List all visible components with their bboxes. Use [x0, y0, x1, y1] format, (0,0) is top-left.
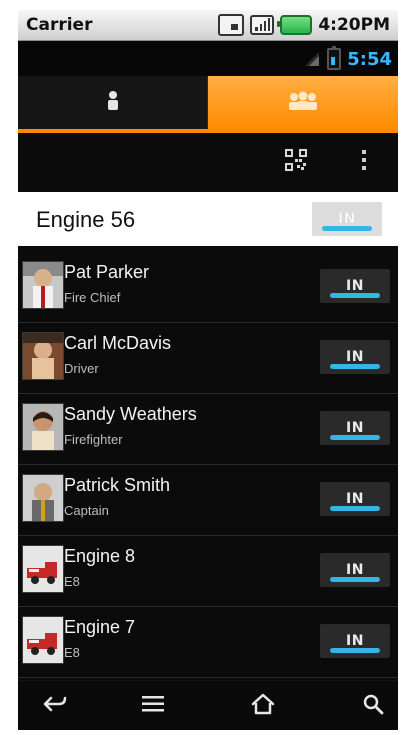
engine-status-label: IN [338, 211, 356, 227]
member-status-label: IN [346, 562, 364, 578]
member-status-in-button[interactable]: IN [320, 482, 390, 516]
status-indicator-bar [330, 293, 380, 298]
list-item[interactable]: Pat Parker Fire Chief IN [18, 252, 398, 323]
tab-bar [18, 76, 398, 130]
android-status-bar: 5:54 [18, 41, 398, 75]
carrier-status-bar: Carrier 4:20PM [18, 10, 398, 41]
tab-person[interactable] [18, 76, 208, 130]
member-status-label: IN [346, 491, 364, 507]
status-indicator-bar [322, 226, 372, 231]
engine-status-in-button[interactable]: IN [312, 202, 382, 236]
member-status-label: IN [346, 420, 364, 436]
android-time: 5:54 [347, 48, 392, 70]
person-icon [104, 90, 122, 116]
member-name: Engine 8 [64, 546, 136, 566]
back-button[interactable] [38, 691, 72, 721]
toolbar [18, 140, 398, 184]
avatar [22, 261, 64, 309]
home-icon [248, 692, 278, 720]
tab-group[interactable] [208, 76, 398, 130]
member-role: Captain [64, 503, 109, 518]
member-status-in-button[interactable]: IN [320, 411, 390, 445]
carrier-status-icons: 4:20PM [218, 14, 390, 36]
signal-strength-icon [250, 15, 275, 35]
menu-button[interactable] [136, 691, 170, 721]
qr-code-button[interactable] [280, 146, 312, 178]
status-indicator-bar [330, 435, 380, 440]
member-role: Fire Chief [64, 290, 121, 305]
member-role: Firefighter [64, 432, 123, 447]
member-name: Pat Parker [64, 262, 150, 282]
status-indicator-bar [330, 506, 380, 511]
member-name: Patrick Smith [64, 475, 171, 495]
3g-icon [218, 14, 245, 36]
list-item[interactable]: Engine 8 E8 IN [18, 536, 398, 607]
member-status-label: IN [346, 349, 364, 365]
home-button[interactable] [246, 691, 280, 721]
qr-code-icon [283, 147, 309, 177]
overflow-menu-button[interactable] [348, 146, 380, 178]
member-list: Pat Parker Fire Chief IN Carl McDavis Dr… [18, 252, 398, 678]
battery-icon [277, 15, 313, 35]
list-item[interactable]: Engine 7 E8 IN [18, 607, 398, 678]
mobile-data-icon [303, 50, 321, 68]
member-status-label: IN [346, 633, 364, 649]
tab-indicator [18, 129, 398, 133]
avatar [22, 332, 64, 380]
member-role: E8 [64, 574, 80, 589]
engine-header-card: Engine 56 IN [18, 192, 398, 246]
carrier-label: Carrier [26, 15, 93, 35]
overflow-menu-icon [359, 147, 369, 177]
phone-screen: Carrier 4:20PM 5:54 Engine 56 IN Pat Par… [18, 10, 398, 730]
member-name: Carl McDavis [64, 333, 172, 353]
member-status-in-button[interactable]: IN [320, 269, 390, 303]
member-status-in-button[interactable]: IN [320, 340, 390, 374]
member-status-in-button[interactable]: IN [320, 624, 390, 658]
status-indicator-bar [330, 364, 380, 369]
avatar [22, 474, 64, 522]
member-name: Sandy Weathers [64, 404, 197, 424]
device-battery-icon [327, 46, 342, 70]
avatar [22, 403, 64, 451]
avatar [22, 545, 64, 593]
search-button[interactable] [356, 691, 390, 721]
member-role: E8 [64, 645, 80, 660]
menu-icon [138, 692, 168, 720]
group-icon [284, 90, 322, 116]
avatar [22, 616, 64, 664]
member-status-in-button[interactable]: IN [320, 553, 390, 587]
engine-title: Engine 56 [36, 207, 136, 232]
list-item[interactable]: Carl McDavis Driver IN [18, 323, 398, 394]
bottom-navigation [18, 680, 398, 730]
search-icon [358, 692, 388, 720]
list-item[interactable]: Patrick Smith Captain IN [18, 465, 398, 536]
member-name: Engine 7 [64, 617, 136, 637]
back-icon [41, 692, 69, 720]
member-status-label: IN [346, 278, 364, 294]
carrier-time: 4:20PM [318, 15, 390, 35]
member-role: Driver [64, 361, 99, 376]
status-indicator-bar [330, 577, 380, 582]
status-indicator-bar [330, 648, 380, 653]
android-status-icons: 5:54 [303, 46, 392, 70]
list-item[interactable]: Sandy Weathers Firefighter IN [18, 394, 398, 465]
